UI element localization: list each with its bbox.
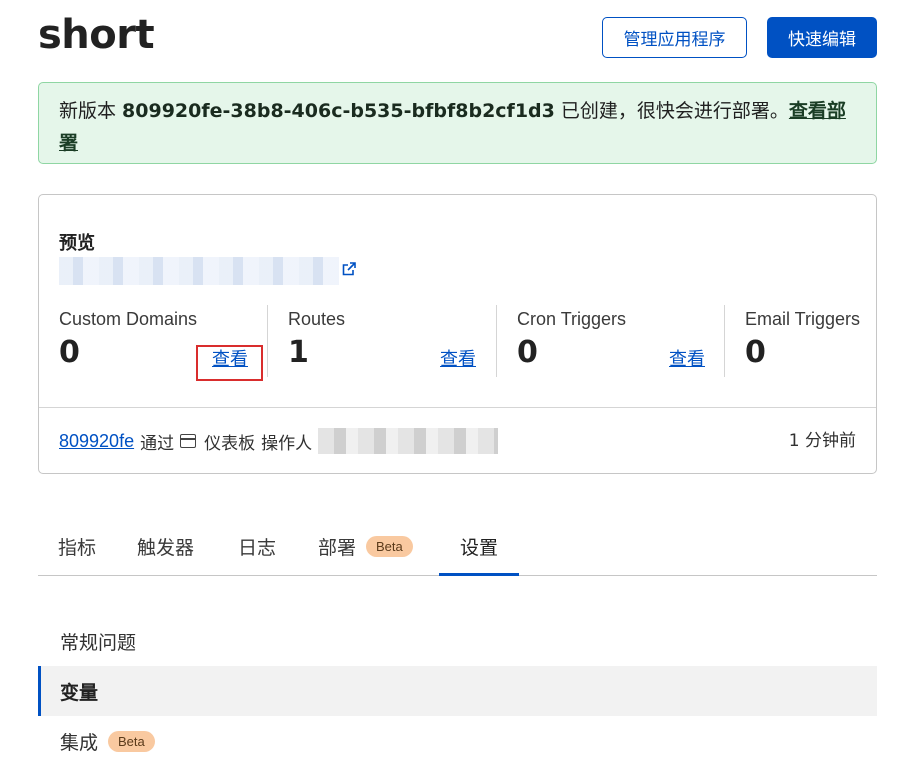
- dashboard-text: 仪表板: [204, 433, 256, 454]
- stat-value: 0: [517, 335, 538, 370]
- active-tab-indicator: [439, 573, 519, 576]
- preview-label: 预览: [59, 233, 95, 254]
- operator-redacted: [318, 428, 499, 454]
- settings-nav-integrations[interactable]: 集成 Beta: [38, 716, 877, 766]
- tab-metrics[interactable]: 指标: [58, 532, 96, 560]
- highlight-box: [196, 345, 263, 381]
- view-cron-triggers-link[interactable]: 查看: [669, 345, 705, 371]
- tab-label: 部署: [318, 536, 357, 559]
- tab-logs[interactable]: 日志: [238, 532, 276, 560]
- settings-nav-general[interactable]: 常规问题: [38, 616, 877, 666]
- tab-triggers[interactable]: 触发器: [137, 532, 194, 560]
- stat-label: Cron Triggers: [517, 309, 627, 329]
- nav-label: 集成: [60, 731, 99, 754]
- card-footer-divider: [39, 407, 876, 408]
- banner-prefix: 新版本: [59, 100, 123, 122]
- nav-label: 变量: [60, 681, 99, 704]
- tab-settings[interactable]: 设置: [460, 532, 498, 560]
- nav-label: 常规问题: [60, 631, 137, 654]
- banner-suffix: 已创建，很快会进行部署。: [554, 100, 789, 122]
- stat-routes: Routes 1 查看: [288, 305, 498, 385]
- tab-label: 指标: [58, 536, 97, 559]
- via-text: 通过: [140, 433, 175, 454]
- banner-version-id: 809920fe-38b8-406c-b535-bfbf8b2cf1d3: [122, 100, 555, 122]
- stat-label: Email Triggers: [745, 309, 861, 329]
- deployment-info: 809920fe 通过 仪表板 操作人: [59, 427, 859, 455]
- stat-email-triggers: Email Triggers 0: [745, 305, 875, 385]
- page-title: short: [38, 12, 155, 58]
- divider: [724, 305, 725, 377]
- stat-value: 0: [745, 335, 766, 370]
- stat-label: Routes: [288, 309, 346, 329]
- tab-label: 日志: [238, 536, 277, 559]
- divider: [496, 305, 497, 377]
- stat-value: 1: [288, 335, 309, 370]
- tab-label: 设置: [460, 536, 499, 559]
- commit-link[interactable]: 809920fe: [59, 431, 134, 452]
- quick-edit-button[interactable]: 快速编辑: [767, 17, 877, 58]
- divider: [267, 305, 268, 377]
- external-link-icon[interactable]: [341, 261, 357, 277]
- settings-nav-variables[interactable]: 变量: [38, 666, 877, 716]
- deployment-time: 1 分钟前: [788, 431, 856, 451]
- view-routes-link[interactable]: 查看: [440, 345, 476, 371]
- worker-summary-card: 预览 Custom Domains 0 查看 Routes 1 查看 Cron …: [38, 194, 877, 474]
- operator-label: 操作人: [261, 433, 313, 454]
- beta-badge: Beta: [108, 730, 155, 752]
- preview-url-redacted[interactable]: [59, 257, 339, 285]
- stat-label: Custom Domains: [59, 309, 198, 329]
- beta-badge: Beta: [366, 535, 413, 557]
- tab-bar: 指标 触发器 日志 部署 Beta 设置: [38, 520, 877, 576]
- stat-value: 0: [59, 335, 80, 370]
- stat-cron-triggers: Cron Triggers 0 查看: [517, 305, 727, 385]
- manage-app-button[interactable]: 管理应用程序: [602, 17, 747, 58]
- deployment-banner: 新版本 809920fe-38b8-406c-b535-bfbf8b2cf1d3…: [38, 82, 877, 164]
- tab-label: 触发器: [137, 536, 195, 559]
- dashboard-icon: [180, 434, 197, 448]
- tab-deployments[interactable]: 部署 Beta: [318, 532, 413, 560]
